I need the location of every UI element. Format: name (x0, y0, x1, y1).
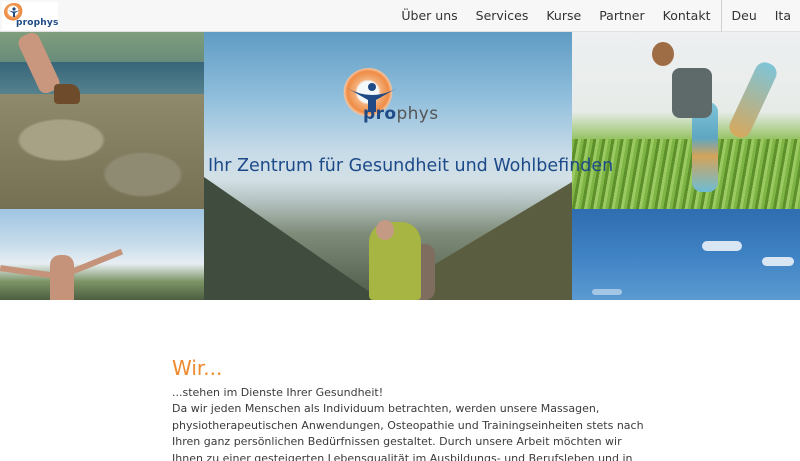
person-figure-icon (8, 7, 20, 17)
menu-divider (720, 0, 722, 32)
hero-logo-wordmark: prophys (363, 104, 439, 124)
intro-heading: Wir... (172, 356, 223, 380)
menu-item-services[interactable]: Services (467, 0, 538, 32)
prophys-logo[interactable]: prophys (2, 2, 58, 30)
hero-photo-blue-sky (572, 209, 800, 300)
top-navigation: prophys Über uns Services Kurse Partner … (0, 0, 800, 32)
hero-logo: prophys (343, 68, 453, 128)
menu-item-kurse[interactable]: Kurse (537, 0, 590, 32)
intro-body: Da wir jeden Menschen als Individuum bet… (172, 402, 644, 461)
menu-item-ueber-uns[interactable]: Über uns (392, 0, 466, 32)
menu-item-kontakt[interactable]: Kontakt (654, 0, 720, 32)
hero-photo-yoga-pose (572, 32, 800, 209)
intro-lead: ...stehen im Dienste Ihrer Gesundheit! (172, 386, 384, 399)
intro-section: Wir... ...stehen im Dienste Ihrer Gesund… (172, 356, 652, 461)
hero-tagline: Ihr Zentrum für Gesundheit und Wohlbefin… (208, 156, 614, 176)
main-menu: Über uns Services Kurse Partner Kontakt … (392, 0, 800, 32)
language-de[interactable]: Deu (723, 0, 766, 32)
logo-wordmark: prophys (16, 18, 59, 28)
hero-photo-hiking-feet (0, 32, 204, 209)
hero-photo-man-arms-open (0, 209, 204, 300)
language-it[interactable]: Ita (766, 0, 800, 32)
menu-item-partner[interactable]: Partner (590, 0, 653, 32)
